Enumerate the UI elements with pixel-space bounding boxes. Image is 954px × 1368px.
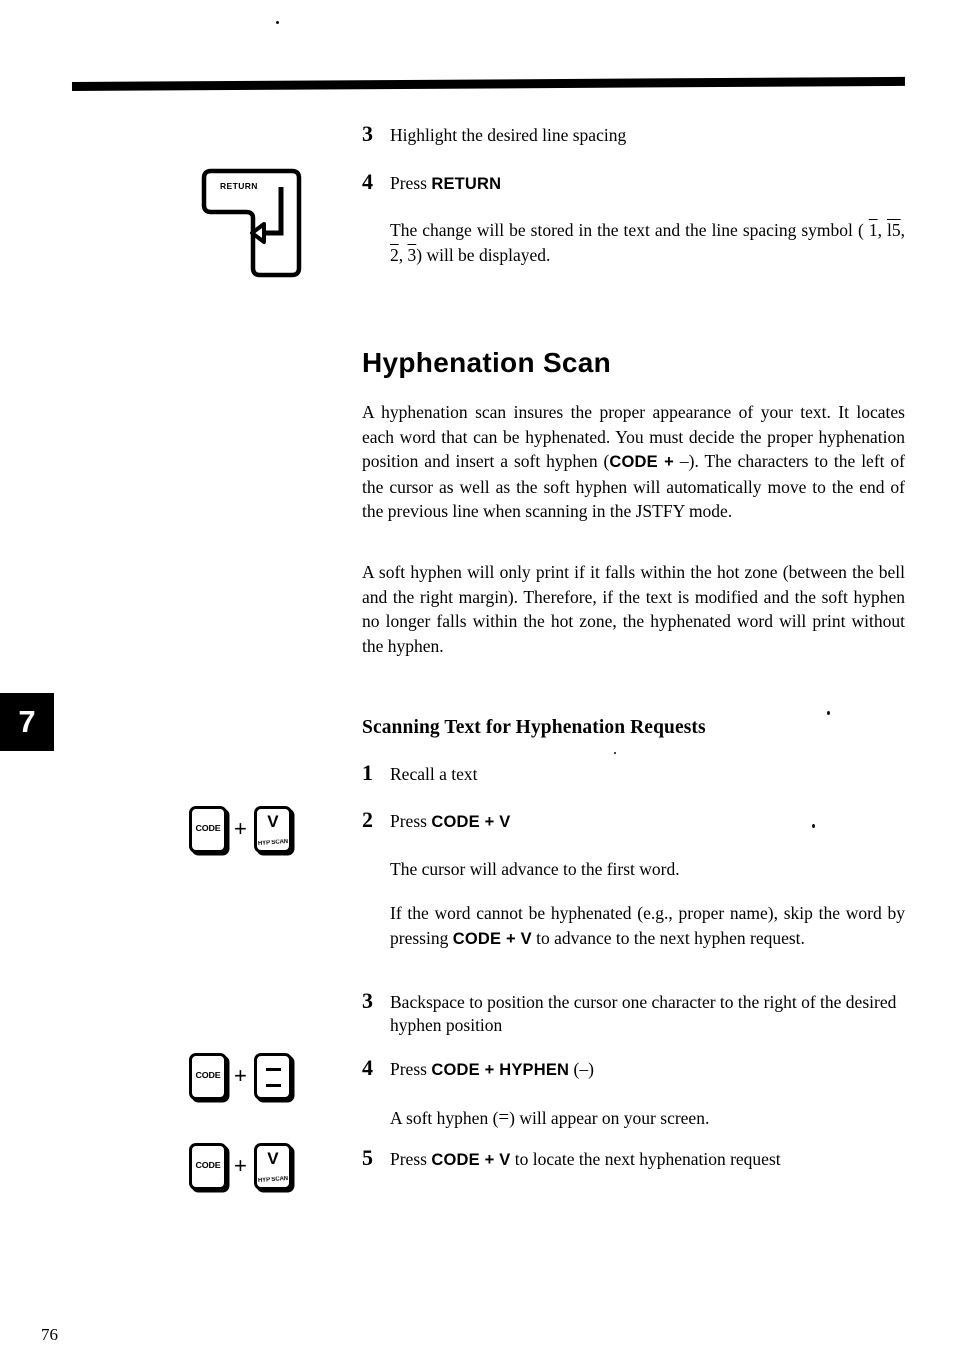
section-paragraph-2-wrap: A soft hyphen will only print if it fall… <box>362 560 905 658</box>
step-4-top: 4 Press RETURN <box>362 169 905 196</box>
section-heading-wrap: Hyphenation Scan <box>362 347 905 379</box>
step-text: Highlight the desired line spacing <box>390 125 627 145</box>
scan-speck <box>614 752 616 754</box>
step-text-keyword: CODE + V <box>431 813 511 831</box>
hyphen-key-icon <box>253 1053 292 1100</box>
step-number: 5 <box>362 1145 373 1170</box>
step-text-keyword: RETURN <box>431 175 502 193</box>
code-key-label: CODE <box>195 1070 221 1080</box>
step-text: Recall a text <box>390 764 478 784</box>
step-number: 2 <box>362 807 373 832</box>
plus-symbol: + <box>234 1062 247 1088</box>
note-skip-keyword: CODE + V <box>452 929 532 948</box>
step-2: 2 Press CODE + V <box>362 807 905 834</box>
step-3: 3 Backspace to position the cursor one c… <box>362 988 905 1037</box>
note-skip-wrap: If the word cannot be hyphenated (e.g., … <box>362 901 905 951</box>
scan-speck <box>827 711 830 715</box>
key-combo-code-v-step2: CODE + V HYP SCAN <box>189 806 292 853</box>
plus-symbol: + <box>234 815 247 841</box>
section-paragraph-2: A soft hyphen will only print if it fall… <box>362 562 905 656</box>
subsection-heading: Scanning Text for Hyphenation Requests <box>362 717 706 738</box>
line-spacing-symbol-3: 2 <box>390 244 399 265</box>
step-number: 1 <box>362 760 373 785</box>
note-after-step-4-wrap: A soft hyphen (=) will appear on your sc… <box>362 1106 905 1131</box>
document-page: 7 RETURN 3 Highlight the desired line sp… <box>0 0 954 1368</box>
return-note-line2-suffix: ) will be displayed. <box>416 244 551 265</box>
step-text-suffix: (–) <box>569 1059 594 1079</box>
code-key-label: CODE <box>195 823 221 833</box>
section-paragraph-1-wrap: A hyphenation scan insures the proper ap… <box>362 400 905 524</box>
page-number: 76 <box>41 1325 58 1344</box>
line-spacing-symbol-4: 3 <box>407 244 417 265</box>
underscore-glyph <box>265 1068 281 1071</box>
code-key-label: CODE <box>195 1160 221 1170</box>
v-key-label: V <box>267 812 279 831</box>
step-number: 4 <box>362 1055 373 1080</box>
step-4: 4 Press CODE + HYPHEN (–) <box>362 1055 905 1082</box>
step-number: 3 <box>362 121 373 146</box>
v-key-icon: V HYP SCAN <box>253 1143 292 1190</box>
note-after-step-4-part-b: ) will appear on your screen. <box>509 1108 710 1128</box>
step-text-prefix: Press <box>390 811 432 831</box>
line-spacing-symbol-1: 1 <box>868 220 878 240</box>
step-5: 5 Press CODE + V to locate the next hyph… <box>362 1145 905 1172</box>
step-1: 1 Recall a text <box>362 760 905 786</box>
scan-speck <box>276 21 279 24</box>
return-key-label: RETURN <box>220 181 258 191</box>
header-rule <box>71 76 906 91</box>
step-text-prefix: Press <box>390 1149 432 1169</box>
step-text-keyword: CODE + V <box>431 1151 511 1169</box>
code-key-icon: CODE <box>189 1053 227 1100</box>
code-key-icon: CODE <box>189 806 227 853</box>
step-text: Backspace to position the cursor one cha… <box>390 992 897 1035</box>
step-3-top: 3 Highlight the desired line spacing <box>362 121 905 147</box>
line-spacing-symbol-2: l5 <box>887 220 901 240</box>
step-text-prefix: Press <box>390 1059 432 1079</box>
return-note-line1: The change will be stored in the text an… <box>390 220 797 240</box>
return-note: The change will be stored in the text an… <box>390 220 905 265</box>
v-key-icon: V HYP SCAN <box>253 806 292 853</box>
paragraph-1-code-keyword: CODE + <box>609 453 674 471</box>
note-skip-part-b: to advance to the next hyphen request. <box>531 927 805 948</box>
step-text-keyword: CODE + HYPHEN <box>431 1061 570 1079</box>
key-combo-code-hyphen-step4: CODE + <box>189 1053 292 1100</box>
return-key-icon: RETURN <box>198 167 306 279</box>
note-after-step-2: The cursor will advance to the first wor… <box>390 859 680 879</box>
subsection-heading-wrap: Scanning Text for Hyphenation Requests <box>362 717 905 739</box>
scan-speck <box>812 824 815 828</box>
page-title: Hyphenation Scan <box>362 347 612 378</box>
code-key-icon: CODE <box>189 1143 227 1190</box>
step-text-suffix: to locate the next hyphenation request <box>510 1149 781 1169</box>
note-after-step-4-part-a: A soft hyphen ( <box>390 1108 499 1128</box>
return-note-line2-prefix: symbol ( <box>801 220 869 240</box>
v-key-sublabel: HYP SCAN <box>257 1175 289 1185</box>
v-key-label: V <box>267 1149 279 1168</box>
hyphen-glyph <box>265 1084 281 1087</box>
plus-symbol: + <box>234 1152 247 1178</box>
step-text-prefix: Press <box>390 173 432 193</box>
step-number: 3 <box>362 988 373 1013</box>
note-after-step-2-wrap: The cursor will advance to the first wor… <box>362 857 905 882</box>
step-number: 4 <box>362 169 373 194</box>
soft-hyphen-symbol: = <box>498 1107 510 1128</box>
chapter-tab: 7 <box>0 693 54 751</box>
v-key-sublabel: HYP SCAN <box>257 838 289 848</box>
key-combo-code-v-step5: CODE + V HYP SCAN <box>189 1143 292 1190</box>
